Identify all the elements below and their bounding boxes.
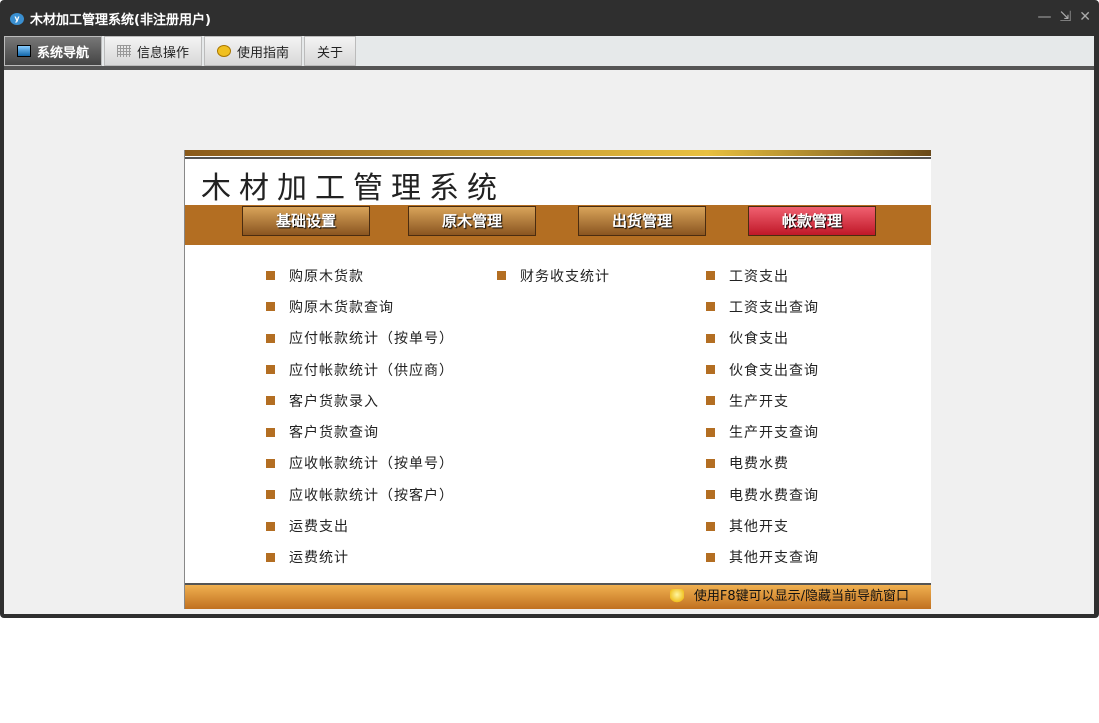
- menu-item-label: 运费统计: [289, 550, 349, 567]
- nav-log-management[interactable]: 原木管理: [408, 206, 536, 236]
- bullet-icon: [266, 458, 275, 468]
- module-nav: 基础设置 原木管理 出货管理 帐款管理: [185, 205, 931, 245]
- nav-shipment-management[interactable]: 出货管理: [578, 206, 706, 236]
- menu-item[interactable]: 电费水费: [706, 448, 819, 479]
- tab-about[interactable]: 关于: [304, 36, 357, 66]
- bullet-icon: [266, 490, 275, 500]
- bullet-icon: [266, 427, 275, 437]
- menu-item-label: 工资支出查询: [729, 299, 819, 316]
- system-title: 木材加工管理系统: [201, 171, 505, 206]
- bullet-icon: [266, 333, 275, 343]
- menu-item[interactable]: 电费水费查询: [706, 479, 819, 510]
- menu-item-label: 客户货款查询: [289, 425, 379, 442]
- grid-icon: [117, 45, 132, 57]
- menu-item-label: 伙食支出查询: [729, 362, 819, 379]
- menu-item-label: 其他开支查询: [729, 550, 819, 567]
- menu-item[interactable]: 购原木货款查询: [266, 291, 454, 322]
- nav-basic-settings[interactable]: 基础设置: [242, 206, 370, 236]
- status-footer: 使用F8键可以显示/隐藏当前导航窗口: [185, 583, 931, 609]
- tab-system-nav[interactable]: 系统导航: [4, 36, 103, 66]
- menu-column-3: 工资支出工资支出查询 伙食支出伙食支出查询 生产开支生产开支查询 电费水费电费水费查询…: [706, 260, 819, 573]
- menu-item[interactable]: 工资支出查询: [706, 291, 819, 322]
- menu-column-1: 购原木货款购原木货款查询应付帐款统计（按单号） 应付帐款统计（供应商） 客户货款录入…: [266, 260, 454, 573]
- bullet-icon: [706, 396, 715, 406]
- menu-item[interactable]: 其他开支: [706, 510, 819, 541]
- menu-item[interactable]: 应收帐款统计（按单号）: [266, 448, 454, 479]
- footer-hint: 使用F8键可以显示/隐藏当前导航窗口: [693, 589, 909, 604]
- bullet-icon: [266, 365, 275, 375]
- bullet-icon: [706, 302, 715, 312]
- tab-bar: 系统导航 信息操作 使用指南 关于: [4, 36, 1094, 66]
- menu-item-label: 工资支出: [729, 268, 789, 285]
- menu-item[interactable]: 客户货款查询: [266, 416, 454, 447]
- menu-item-label: 其他开支: [729, 519, 789, 536]
- nav-panel: 木材加工管理系统 基础设置 原木管理 出货管理 帐款管理 购原木货款购原木货款查…: [184, 150, 931, 609]
- bullet-icon: [266, 552, 275, 562]
- menu-item[interactable]: 伙食支出: [706, 323, 819, 354]
- menu-item[interactable]: 应付帐款统计（按单号）: [266, 323, 454, 354]
- menu-item-label: 电费水费: [729, 456, 789, 473]
- close-button[interactable]: ✕: [1079, 9, 1091, 25]
- menu-item[interactable]: 运费支出: [266, 510, 454, 541]
- window-title: 木材加工管理系统(非注册用户): [30, 13, 211, 28]
- bullet-icon: [706, 521, 715, 531]
- bullet-icon: [706, 271, 715, 281]
- menu-item[interactable]: 其他开支查询: [706, 542, 819, 573]
- menu-item-label: 应收帐款统计（按客户）: [289, 487, 454, 504]
- menu-item-label: 生产开支: [729, 393, 789, 410]
- menu-item[interactable]: 客户货款录入: [266, 385, 454, 416]
- menu-item[interactable]: 生产开支: [706, 385, 819, 416]
- tab-label: 信息操作: [137, 45, 190, 61]
- menu-item-label: 运费支出: [289, 519, 349, 536]
- tab-info-ops[interactable]: 信息操作: [104, 36, 203, 66]
- bullet-icon: [497, 271, 506, 281]
- nav-account-management[interactable]: 帐款管理: [748, 206, 876, 236]
- menu-item[interactable]: 应收帐款统计（按客户）: [266, 479, 454, 510]
- menu-item[interactable]: 伙食支出查询: [706, 354, 819, 385]
- bullet-icon: [266, 302, 275, 312]
- bullet-icon: [266, 271, 275, 281]
- menu-item-label: 财务收支统计: [520, 268, 610, 285]
- menu-item-label: 伙食支出: [729, 331, 789, 348]
- menu-item[interactable]: 工资支出: [706, 260, 819, 291]
- menu-item[interactable]: 财务收支统计: [497, 260, 610, 291]
- menu-item-label: 购原木货款查询: [289, 299, 394, 316]
- menu-item-label: 应付帐款统计（按单号）: [289, 331, 454, 348]
- menu-item[interactable]: 生产开支查询: [706, 416, 819, 447]
- lightbulb-icon: [669, 588, 684, 605]
- menu-item-label: 应收帐款统计（按单号）: [289, 456, 454, 473]
- menu-column-2: 财务收支统计: [497, 260, 610, 291]
- bullet-icon: [266, 396, 275, 406]
- tab-guide[interactable]: 使用指南: [204, 36, 303, 66]
- app-logo-icon: y: [10, 12, 24, 25]
- bullet-icon: [706, 365, 715, 375]
- bullet-icon: [706, 458, 715, 468]
- tab-label: 系统导航: [37, 45, 90, 61]
- menu-item-label: 客户货款录入: [289, 393, 379, 410]
- title-bar: y 木材加工管理系统(非注册用户): [10, 9, 211, 28]
- bullet-icon: [706, 490, 715, 500]
- menu-item-label: 生产开支查询: [729, 425, 819, 442]
- bullet-icon: [706, 333, 715, 343]
- menu-item-label: 电费水费查询: [729, 487, 819, 504]
- bullet-icon: [706, 552, 715, 562]
- help-icon: [217, 45, 232, 57]
- minimize-button[interactable]: —: [1038, 9, 1052, 25]
- bullet-icon: [706, 427, 715, 437]
- menu-item[interactable]: 应付帐款统计（供应商）: [266, 354, 454, 385]
- tab-label: 使用指南: [237, 45, 290, 61]
- restore-button[interactable]: ⇲: [1060, 9, 1072, 25]
- monitor-icon: [17, 45, 31, 57]
- bullet-icon: [266, 521, 275, 531]
- tab-label: 关于: [317, 45, 344, 61]
- decor-line: [185, 150, 931, 156]
- menu-item[interactable]: 运费统计: [266, 542, 454, 573]
- menu-item-label: 应付帐款统计（供应商）: [289, 362, 454, 379]
- menu-item-label: 购原木货款: [289, 268, 364, 285]
- menu-item[interactable]: 购原木货款: [266, 260, 454, 291]
